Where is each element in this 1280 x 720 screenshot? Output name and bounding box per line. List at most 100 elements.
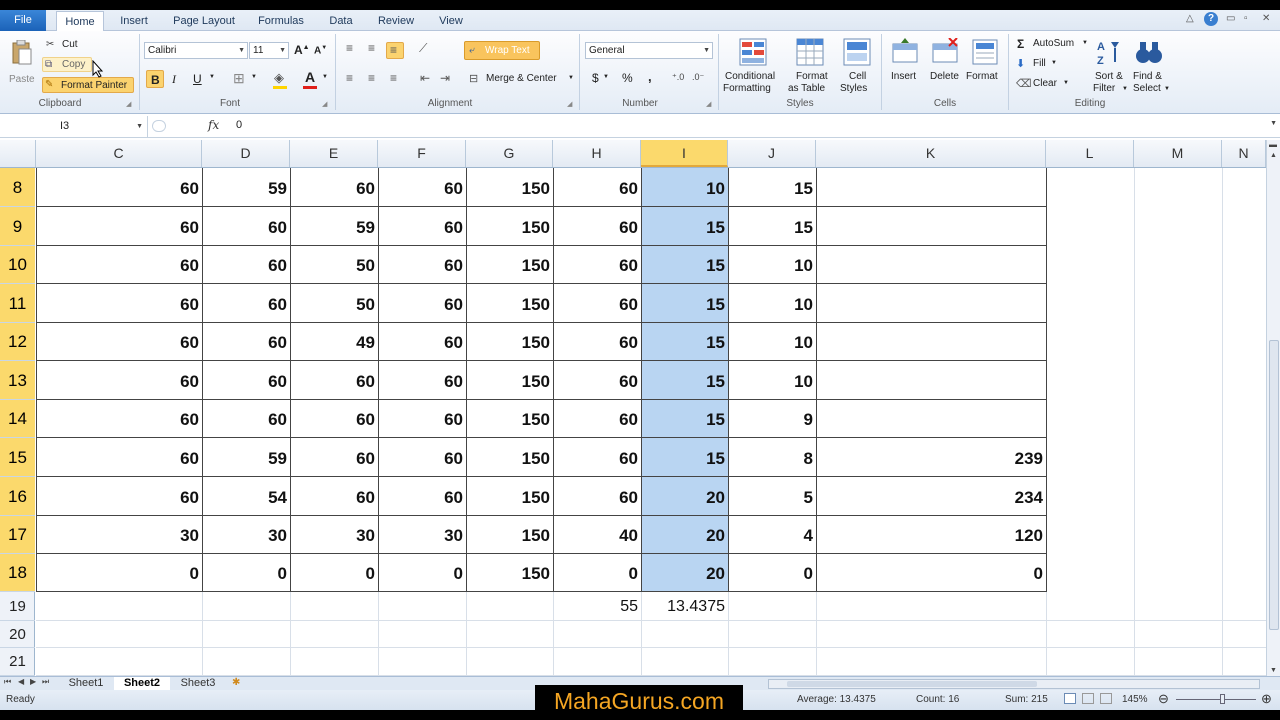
cell-c14[interactable]: 60 bbox=[36, 400, 202, 438]
vertical-scrollbar[interactable]: ▬ ▲ ▼ bbox=[1266, 140, 1280, 676]
cell-c11[interactable]: 60 bbox=[36, 284, 202, 323]
horizontal-scrollbar[interactable] bbox=[768, 679, 1260, 689]
first-sheet-icon[interactable]: ⏮ bbox=[4, 677, 11, 687]
cell-h10[interactable]: 60 bbox=[553, 246, 641, 284]
cell-i8[interactable]: 10 bbox=[641, 168, 728, 207]
bottom-align-button[interactable]: ≡ bbox=[386, 42, 404, 59]
cell-k9[interactable] bbox=[816, 207, 1046, 246]
align-left-icon[interactable]: ≡ bbox=[346, 71, 353, 85]
row-header-11[interactable]: 11 bbox=[0, 284, 35, 323]
row-header-10[interactable]: 10 bbox=[0, 246, 35, 284]
cell-g14[interactable]: 150 bbox=[466, 400, 553, 438]
cell-g18[interactable]: 150 bbox=[466, 554, 553, 592]
cell-h11[interactable]: 60 bbox=[553, 284, 641, 323]
cell-e12[interactable]: 49 bbox=[290, 323, 378, 361]
cell-j8[interactable]: 15 bbox=[728, 168, 816, 207]
cell-f12[interactable]: 60 bbox=[378, 323, 466, 361]
cell-j16[interactable]: 5 bbox=[728, 477, 816, 516]
decrease-decimal-icon[interactable]: .0⁻ bbox=[692, 72, 704, 83]
cell-c10[interactable]: 60 bbox=[36, 246, 202, 284]
name-box[interactable]: I3 ▼ bbox=[0, 116, 148, 137]
cell-h19[interactable]: 55 bbox=[553, 592, 641, 621]
decrease-indent-icon[interactable]: ⇤ bbox=[420, 71, 430, 85]
column-header-d[interactable]: D bbox=[202, 140, 290, 167]
cell-i9[interactable]: 15 bbox=[641, 207, 728, 246]
cell-i18[interactable]: 20 bbox=[641, 554, 728, 592]
autosum-button[interactable]: Σ AutoSum ▼ bbox=[1012, 36, 1092, 51]
fill-color-icon[interactable]: ◈ bbox=[274, 70, 284, 86]
row-header-17[interactable]: 17 bbox=[0, 516, 35, 554]
column-header-k[interactable]: K bbox=[816, 140, 1046, 167]
column-header-f[interactable]: F bbox=[378, 140, 466, 167]
cell-f17[interactable]: 30 bbox=[378, 516, 466, 554]
row-header-15[interactable]: 15 bbox=[0, 438, 35, 477]
column-header-c[interactable]: C bbox=[36, 140, 202, 167]
cell-e16[interactable]: 60 bbox=[290, 477, 378, 516]
cell-f11[interactable]: 60 bbox=[378, 284, 466, 323]
last-sheet-icon[interactable]: ⏭ bbox=[42, 677, 49, 687]
cell-c9[interactable]: 60 bbox=[36, 207, 202, 246]
cell-e11[interactable]: 50 bbox=[290, 284, 378, 323]
cell-j13[interactable]: 10 bbox=[728, 361, 816, 400]
cell-d8[interactable]: 59 bbox=[202, 168, 290, 207]
orientation-icon[interactable]: ⟋ bbox=[419, 41, 427, 56]
cell-j17[interactable]: 4 bbox=[728, 516, 816, 554]
clear-button[interactable]: ⌫ Clear ▼ bbox=[1012, 76, 1070, 91]
copy-button[interactable]: ⧉ Copy bbox=[42, 57, 92, 72]
cell-h18[interactable]: 0 bbox=[553, 554, 641, 592]
cell-i10[interactable]: 15 bbox=[641, 246, 728, 284]
row-header-21[interactable]: 21 bbox=[0, 648, 35, 676]
cell-d12[interactable]: 60 bbox=[202, 323, 290, 361]
cell-styles-button[interactable]: Cell Styles bbox=[836, 35, 878, 97]
chevron-down-icon[interactable]: ▼ bbox=[322, 74, 328, 80]
cell-k16[interactable]: 234 bbox=[816, 477, 1046, 516]
cell-d18[interactable]: 0 bbox=[202, 554, 290, 592]
delete-cells-button[interactable]: Delete bbox=[924, 35, 964, 97]
cell-f16[interactable]: 60 bbox=[378, 477, 466, 516]
cell-i11[interactable]: 15 bbox=[641, 284, 728, 323]
cell-h12[interactable]: 60 bbox=[553, 323, 641, 361]
cell-c18[interactable]: 0 bbox=[36, 554, 202, 592]
cell-d17[interactable]: 30 bbox=[202, 516, 290, 554]
insert-sheet-icon[interactable]: ✱ bbox=[232, 677, 240, 688]
sort-filter-button[interactable]: AZ Sort & Filter ▼ bbox=[1090, 35, 1128, 97]
cell-c12[interactable]: 60 bbox=[36, 323, 202, 361]
cell-c15[interactable]: 60 bbox=[36, 438, 202, 477]
cell-d10[interactable]: 60 bbox=[202, 246, 290, 284]
cell-k11[interactable] bbox=[816, 284, 1046, 323]
sheet-tab-sheet1[interactable]: Sheet1 bbox=[60, 677, 112, 691]
row-header-9[interactable]: 9 bbox=[0, 207, 35, 246]
cell-e13[interactable]: 60 bbox=[290, 361, 378, 400]
minimize-icon[interactable]: ▭ bbox=[1226, 13, 1235, 24]
font-launcher-icon[interactable]: ◢ bbox=[322, 100, 327, 108]
format-cells-button[interactable]: Format bbox=[964, 35, 1004, 97]
cell-c8[interactable]: 60 bbox=[36, 168, 202, 207]
cut-button[interactable]: ✂ Cut bbox=[42, 37, 92, 52]
cell-e18[interactable]: 0 bbox=[290, 554, 378, 592]
cell-g16[interactable]: 150 bbox=[466, 477, 553, 516]
cell-g10[interactable]: 150 bbox=[466, 246, 553, 284]
cell-j14[interactable]: 9 bbox=[728, 400, 816, 438]
cell-i12[interactable]: 15 bbox=[641, 323, 728, 361]
cell-d9[interactable]: 60 bbox=[202, 207, 290, 246]
number-launcher-icon[interactable]: ◢ bbox=[706, 100, 711, 108]
bold-button[interactable]: B bbox=[146, 70, 164, 88]
cell-c17[interactable]: 30 bbox=[36, 516, 202, 554]
middle-align-icon[interactable]: ≡ bbox=[368, 41, 375, 55]
expand-formula-bar-icon[interactable]: ▼ bbox=[1270, 120, 1277, 127]
align-right-icon[interactable]: ≡ bbox=[390, 71, 397, 85]
sheet-tab-sheet3[interactable]: Sheet3 bbox=[172, 677, 224, 691]
formula-input[interactable]: 0 bbox=[236, 119, 242, 131]
font-size-combo[interactable]: 11 ▼ bbox=[249, 42, 289, 59]
cell-j11[interactable]: 10 bbox=[728, 284, 816, 323]
cell-f14[interactable]: 60 bbox=[378, 400, 466, 438]
format-painter-button[interactable]: ✎ Format Painter bbox=[42, 77, 134, 93]
cell-c16[interactable]: 60 bbox=[36, 477, 202, 516]
align-center-icon[interactable]: ≡ bbox=[368, 71, 375, 85]
row-header-12[interactable]: 12 bbox=[0, 323, 35, 361]
cell-k10[interactable] bbox=[816, 246, 1046, 284]
cell-i13[interactable]: 15 bbox=[641, 361, 728, 400]
chevron-down-icon[interactable]: ▼ bbox=[209, 74, 215, 80]
cell-g15[interactable]: 150 bbox=[466, 438, 553, 477]
wrap-text-button[interactable]: ⤶ Wrap Text bbox=[464, 41, 540, 60]
